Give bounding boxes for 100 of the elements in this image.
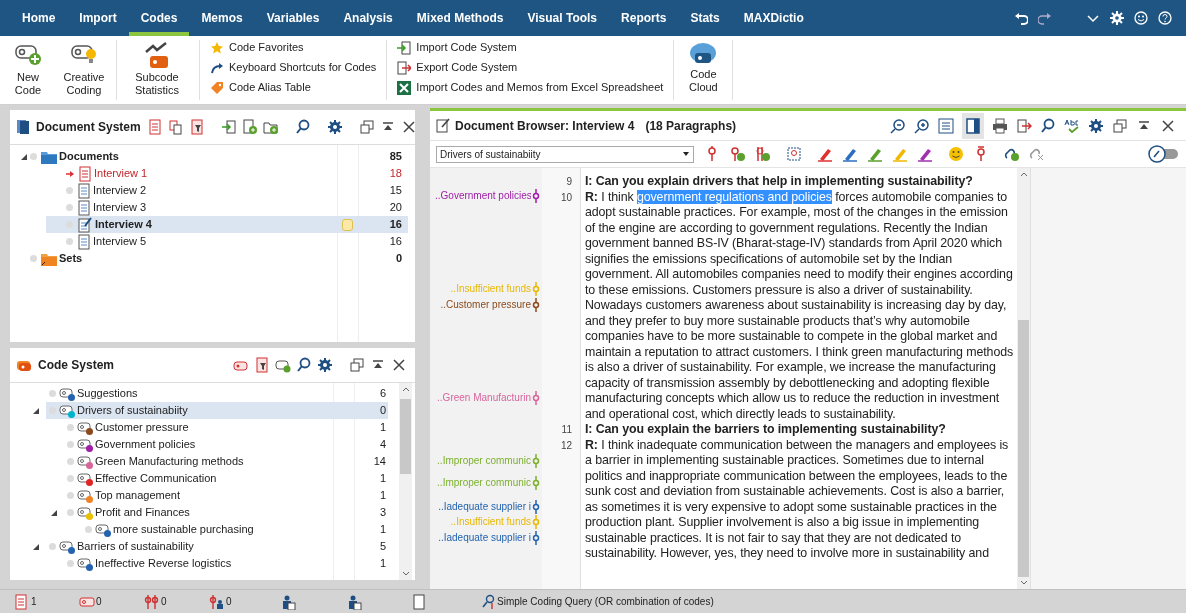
code-pin-icon xyxy=(532,298,540,312)
margin-code[interactable]: ..Iadequate supplier i xyxy=(438,500,540,514)
subcode-statistics-button[interactable]: Subcode Statistics xyxy=(121,40,193,100)
settings-icon[interactable] xyxy=(1088,117,1104,134)
help-icon[interactable] xyxy=(1158,11,1172,25)
code-cloud-button[interactable]: Code Cloud xyxy=(680,40,727,100)
new-folder-icon[interactable] xyxy=(262,119,279,135)
spell-check-icon[interactable] xyxy=(1064,117,1080,134)
ribbon-menu-item[interactable]: Import Codes and Memos from Excel Spreadsheet xyxy=(397,80,664,95)
person-document-icon[interactable] xyxy=(280,593,296,610)
code-row[interactable]: Green Manufacturing methods 14 xyxy=(64,453,388,470)
undo-icon[interactable] xyxy=(1014,11,1028,25)
new-code-button[interactable]: New Code xyxy=(0,40,56,100)
menu-tab[interactable]: Home xyxy=(10,0,68,36)
document-row[interactable]: Interview 1 18 xyxy=(46,165,408,182)
new-document-icon[interactable] xyxy=(241,119,258,135)
code-row[interactable]: Suggestions 6 xyxy=(46,385,388,402)
search-icon[interactable] xyxy=(296,357,312,373)
menu-tab[interactable]: Stats xyxy=(678,0,732,36)
highlighter-icon[interactable] xyxy=(917,146,933,162)
emoji-icon[interactable] xyxy=(948,146,964,162)
menu-tab[interactable]: MAXDictio xyxy=(731,0,816,36)
undock-icon[interactable] xyxy=(1112,117,1128,134)
menu-tab[interactable]: Analysis xyxy=(331,0,405,36)
margin-code[interactable]: ..Iadequate supplier i xyxy=(438,531,540,545)
menu-tab[interactable]: Import xyxy=(67,0,129,36)
menu-tab[interactable]: Visual Tools xyxy=(515,0,610,36)
code-row[interactable]: Effective Communication 1 xyxy=(64,470,388,487)
document-row[interactable]: Interview 3 20 xyxy=(46,199,408,216)
document-row[interactable]: Interview 4 16 xyxy=(46,216,408,233)
code-row[interactable]: Profit and Finances 3 xyxy=(64,504,388,521)
undock-icon[interactable] xyxy=(358,119,375,135)
expand-triangle-icon[interactable] xyxy=(20,152,28,161)
count: 1 xyxy=(379,471,386,487)
expand-triangle-icon[interactable] xyxy=(32,406,40,415)
link-remove-icon[interactable] xyxy=(1029,146,1045,162)
document-row[interactable]: Interview 2 15 xyxy=(46,182,408,199)
ribbon-menu-item[interactable]: Code Alias Table xyxy=(210,80,377,95)
person-icon[interactable] xyxy=(346,593,362,610)
settings-icon[interactable] xyxy=(326,119,343,135)
highlighter-icon[interactable] xyxy=(817,146,833,162)
side-panel-icon[interactable] xyxy=(965,117,981,134)
coded-segments-icon[interactable] xyxy=(144,593,160,610)
edit-toggle-icon[interactable] xyxy=(1148,145,1180,163)
import-icon[interactable] xyxy=(220,119,237,135)
document-icon[interactable] xyxy=(412,593,426,610)
filter-icon[interactable] xyxy=(254,357,270,373)
smiley-icon[interactable] xyxy=(1134,11,1148,25)
code-pin-add-icon[interactable] xyxy=(730,146,746,162)
document-row[interactable]: Interview 5 16 xyxy=(46,233,408,250)
close-icon[interactable] xyxy=(1160,117,1176,134)
zoom-out-icon[interactable] xyxy=(890,117,906,134)
margin-code[interactable]: ..Customer pressure xyxy=(440,298,540,312)
undock-icon[interactable] xyxy=(349,357,365,373)
close-icon[interactable] xyxy=(391,357,407,373)
expand-triangle-icon[interactable] xyxy=(50,508,58,517)
zoom-in-icon[interactable] xyxy=(914,117,930,134)
margin-code[interactable]: ..Government policies xyxy=(435,189,540,203)
export-icon xyxy=(397,60,412,75)
code-row[interactable]: Customer pressure 1 xyxy=(64,419,388,436)
filter-icon[interactable] xyxy=(188,119,205,135)
code-pins-add-icon[interactable] xyxy=(755,146,771,162)
close-icon[interactable] xyxy=(400,119,417,135)
creative-coding-button[interactable]: Creative Coding xyxy=(56,40,112,100)
code-name: Ineffective Reverse logistics xyxy=(95,556,232,572)
code-row[interactable]: Top management 1 xyxy=(64,487,388,504)
code-row[interactable]: Ineffective Reverse logistics 1 xyxy=(64,555,388,572)
code-name: Profit and Finances xyxy=(95,505,190,521)
document-icon[interactable] xyxy=(14,593,30,610)
new-code-icon[interactable] xyxy=(275,357,291,373)
highlighter-icon[interactable] xyxy=(842,146,858,162)
scrollbar[interactable] xyxy=(1017,168,1030,589)
activated-arrow-icon[interactable] xyxy=(66,169,74,178)
document-name: Interview 3 xyxy=(93,200,147,216)
highlighter-icon[interactable] xyxy=(867,146,883,162)
print-icon[interactable] xyxy=(992,117,1008,134)
code-user-icon[interactable] xyxy=(209,593,225,610)
search-icon[interactable] xyxy=(1040,117,1056,134)
link-add-icon[interactable] xyxy=(1004,146,1020,162)
settings-icon[interactable] xyxy=(317,357,333,373)
scrollbar[interactable] xyxy=(399,383,412,580)
redo-icon[interactable] xyxy=(1038,11,1052,25)
expand-triangle-icon[interactable] xyxy=(32,542,40,551)
menu-tab[interactable]: Variables xyxy=(254,0,332,36)
code-row[interactable]: Government policies 4 xyxy=(64,436,388,453)
ribbon-menu-item[interactable]: Code Favorites xyxy=(210,40,377,55)
ribbon-menu-item[interactable]: Import Code System xyxy=(397,40,664,55)
menu-tab[interactable]: Reports xyxy=(609,0,679,36)
code-row[interactable]: more sustainable purchasing 1 xyxy=(82,521,388,538)
query-icon[interactable] xyxy=(481,593,495,610)
ribbon-menu-item[interactable]: Export Code System xyxy=(397,60,664,75)
code-dropdown[interactable]: Drivers of sustainabiity xyxy=(436,145,694,163)
menu-tab[interactable]: Memos xyxy=(189,0,255,36)
ribbon-menu-item[interactable]: Keyboard Shortcuts for Codes xyxy=(210,60,377,75)
export-icon[interactable] xyxy=(1016,117,1032,134)
code-row[interactable]: Barriers of sustainability 5 xyxy=(46,538,388,555)
documents-icon[interactable] xyxy=(167,119,184,135)
search-icon[interactable] xyxy=(294,119,311,135)
selection-icon[interactable] xyxy=(786,146,802,162)
menu-tab[interactable]: Mixed Methods xyxy=(404,0,516,36)
